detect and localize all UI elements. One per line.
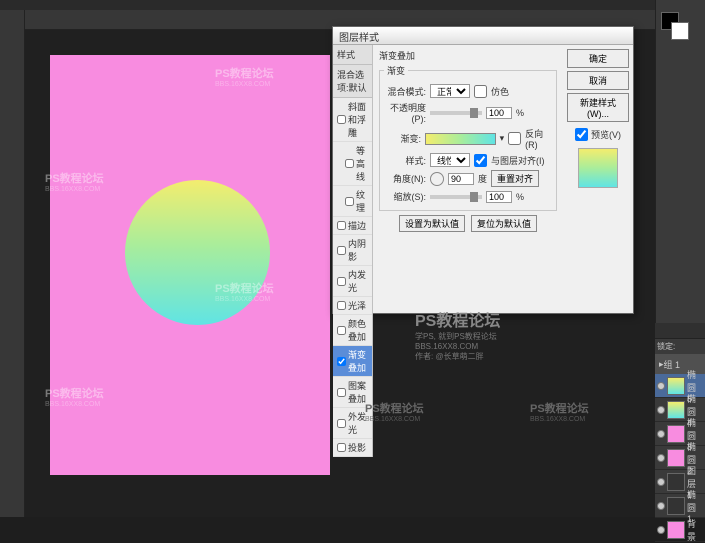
reverse-checkbox[interactable] — [508, 132, 521, 145]
document-canvas[interactable]: PS教程论坛BBS.16XX8.COM PS教程论坛BBS.16XX8.COM … — [50, 55, 330, 475]
layer-row[interactable]: 椭圆 1 — [655, 494, 705, 518]
opacity-input[interactable] — [486, 107, 512, 119]
gradient-fieldset: 渐变 混合模式: 正常 仿色 不透明度(P): % 渐变: ▾ 反向(R) — [379, 64, 557, 211]
blend-mode-label: 混合模式: — [384, 85, 426, 98]
style-settings-panel: 渐变叠加 渐变 混合模式: 正常 仿色 不透明度(P): % 渐变: ▾ — [373, 45, 563, 457]
watermark: PS教程论坛BBS.16XX8.COM — [45, 170, 104, 193]
style-drop-shadow[interactable]: 投影 — [333, 439, 372, 457]
layers-panel: 锁定: ▸ 组 1 椭圆 5 椭圆 4 椭圆 3 椭圆 2 图层 1 椭圆 1 … — [655, 323, 705, 517]
gradient-label: 渐变: — [384, 132, 421, 145]
checkbox[interactable] — [337, 246, 346, 255]
checkbox[interactable] — [337, 301, 346, 310]
fieldset-legend: 渐变 — [384, 64, 408, 77]
scale-slider[interactable] — [430, 195, 482, 199]
watermark: PS教程论坛BBS.16XX8.COM — [215, 280, 274, 303]
layer-thumb[interactable] — [667, 449, 685, 467]
ruler-vertical[interactable] — [0, 10, 25, 517]
style-gradient-overlay[interactable]: 渐变叠加 — [333, 346, 372, 377]
style-contour[interactable]: 等高线 — [333, 142, 372, 186]
panel-tabs[interactable] — [655, 323, 705, 339]
style-bevel[interactable]: 斜面和浮雕 — [333, 98, 372, 142]
visibility-icon[interactable] — [657, 502, 665, 510]
checkbox[interactable] — [345, 159, 354, 168]
preview-checkbox[interactable] — [575, 128, 588, 141]
dither-label: 仿色 — [491, 85, 509, 98]
layer-style-dialog: 图层样式 样式 混合选项:默认 斜面和浮雕 等高线 纹理 描边 内阴影 内发光 … — [332, 26, 634, 314]
new-style-button[interactable]: 新建样式(W)... — [567, 93, 629, 122]
preview-swatch — [578, 148, 618, 188]
background-color[interactable] — [671, 22, 689, 40]
color-panel — [657, 10, 703, 50]
checkbox[interactable] — [337, 419, 346, 428]
layer-thumb[interactable] — [667, 377, 685, 395]
visibility-icon[interactable] — [657, 526, 665, 534]
opacity-label: 不透明度(P): — [384, 101, 426, 124]
layer-thumb[interactable] — [667, 497, 685, 515]
align-checkbox[interactable] — [474, 154, 487, 167]
style-inner-shadow[interactable]: 内阴影 — [333, 235, 372, 266]
watermark: PS教程论坛BBS.16XX8.COM — [215, 65, 274, 88]
style-select[interactable]: 线性 — [430, 153, 470, 167]
layer-thumb[interactable] — [667, 401, 685, 419]
angle-unit: 度 — [478, 172, 487, 185]
layer-thumb[interactable] — [667, 473, 685, 491]
style-list: 样式 混合选项:默认 斜面和浮雕 等高线 纹理 描边 内阴影 内发光 光泽 颜色… — [333, 45, 373, 457]
watermark-main: PS教程论坛 学PS, 就到PS教程论坛 BBS.16XX8.COM 作者: @… — [415, 307, 500, 362]
layer-thumb[interactable] — [667, 521, 685, 539]
style-satin[interactable]: 光泽 — [333, 297, 372, 315]
checkbox[interactable] — [337, 388, 346, 397]
preview-toggle[interactable]: 预览(V) — [575, 128, 621, 141]
dither-checkbox[interactable] — [474, 85, 487, 98]
watermark: PS教程论坛BBS.16XX8.COM — [365, 400, 424, 423]
opacity-slider[interactable] — [430, 111, 482, 115]
lock-row: 锁定: — [655, 339, 705, 354]
scale-input[interactable] — [486, 191, 512, 203]
checkbox[interactable] — [337, 115, 346, 124]
style-stroke[interactable]: 描边 — [333, 217, 372, 235]
cancel-button[interactable]: 取消 — [567, 71, 629, 90]
checkbox[interactable] — [345, 197, 354, 206]
gradient-picker[interactable] — [425, 133, 496, 145]
visibility-icon[interactable] — [657, 430, 665, 438]
checkbox[interactable] — [337, 277, 346, 286]
dialog-buttons: 确定 取消 新建样式(W)... 预览(V) — [563, 45, 633, 457]
panel-title: 渐变叠加 — [379, 49, 557, 62]
checkbox[interactable] — [337, 326, 346, 335]
styles-header[interactable]: 样式 — [333, 45, 372, 65]
watermark: PS教程论坛BBS.16XX8.COM — [45, 385, 104, 408]
make-default-button[interactable]: 设置为默认值 — [399, 215, 465, 232]
reset-align-button[interactable]: 重置对齐 — [491, 170, 539, 187]
reverse-label: 反向(R) — [525, 127, 552, 150]
percent-unit: % — [516, 192, 524, 202]
visibility-icon[interactable] — [657, 406, 665, 414]
visibility-icon[interactable] — [657, 382, 665, 390]
style-texture[interactable]: 纹理 — [333, 186, 372, 217]
checkbox[interactable] — [337, 357, 346, 366]
style-color-overlay[interactable]: 颜色叠加 — [333, 315, 372, 346]
align-label: 与图层对齐(I) — [491, 154, 545, 167]
dropdown-icon[interactable]: ▾ — [500, 133, 505, 144]
layer-name: 背景 — [687, 517, 703, 543]
blend-mode-select[interactable]: 正常 — [430, 84, 470, 98]
ok-button[interactable]: 确定 — [567, 49, 629, 68]
style-inner-glow[interactable]: 内发光 — [333, 266, 372, 297]
watermark: PS教程论坛BBS.16XX8.COM — [530, 400, 589, 423]
gradient-circle-shape — [125, 180, 270, 325]
layer-row[interactable]: 背景 — [655, 518, 705, 542]
visibility-icon[interactable] — [657, 454, 665, 462]
visibility-icon[interactable] — [657, 478, 665, 486]
scale-label: 缩放(S): — [384, 190, 426, 203]
angle-label: 角度(N): — [384, 172, 426, 185]
dialog-title: 图层样式 — [333, 27, 633, 45]
style-label: 样式: — [384, 154, 426, 167]
blending-options-header[interactable]: 混合选项:默认 — [333, 65, 372, 98]
checkbox[interactable] — [337, 221, 346, 230]
layer-thumb[interactable] — [667, 425, 685, 443]
reset-default-button[interactable]: 复位为默认值 — [471, 215, 537, 232]
checkbox[interactable] — [337, 443, 346, 452]
angle-input[interactable] — [448, 173, 474, 185]
angle-dial[interactable] — [430, 172, 444, 186]
percent-unit: % — [516, 108, 524, 118]
